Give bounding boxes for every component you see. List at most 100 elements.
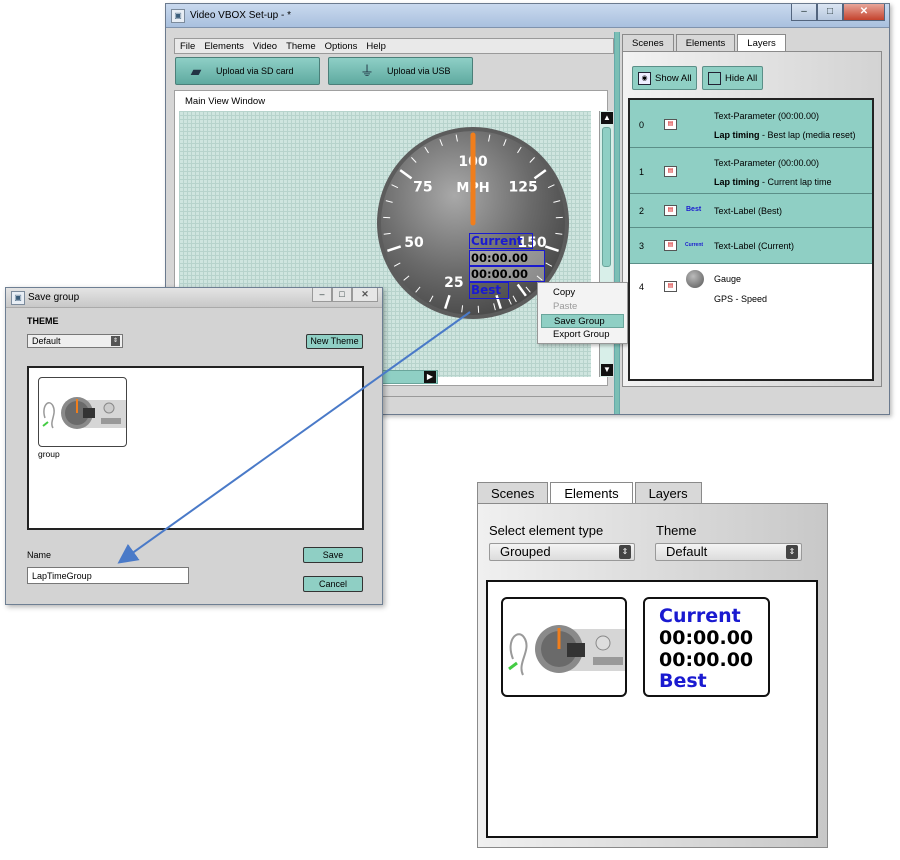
theme-label: THEME [27, 316, 59, 326]
layer-preview: Current [685, 242, 704, 248]
sd-card-icon: ▰ [190, 63, 202, 79]
close-icon[interactable]: ✕ [843, 4, 885, 21]
layer-type: Text-Parameter (00:00.00) [714, 158, 820, 168]
gauge-tick-label: 50 [404, 235, 424, 251]
cancel-button[interactable]: Cancel [303, 576, 363, 592]
layer-type: Text-Label (Best) [714, 206, 783, 216]
card-time-current: 00:00.00 [659, 649, 754, 671]
layer-visibility-icon[interactable]: ▤ [664, 281, 677, 292]
close-icon[interactable]: ✕ [352, 288, 378, 302]
spinner-icon: ⇕ [786, 545, 798, 559]
elements-list: Current 00:00.00 00:00.00 Best [486, 580, 818, 838]
context-export-group[interactable]: Export Group [541, 328, 624, 342]
show-all-button[interactable]: ◉ Show All [632, 66, 698, 90]
tab-layers[interactable]: Layers [737, 34, 786, 51]
minimize-icon[interactable]: ‒ [791, 4, 817, 21]
menu-elements[interactable]: Elements [204, 41, 244, 52]
save-button[interactable]: Save [303, 547, 363, 563]
group-thumbnail[interactable] [38, 377, 127, 447]
theme-label: Theme [656, 523, 697, 538]
dialog-title-bar[interactable]: ▣ Save group ‒ □ ✕ [6, 288, 382, 308]
layer-visibility-icon[interactable]: ▤ [664, 205, 677, 216]
maximize-icon[interactable]: □ [817, 4, 843, 21]
layer-visibility-icon[interactable]: ▤ [664, 119, 677, 130]
group-preview-image [508, 625, 625, 676]
show-all-label: Show All [655, 72, 692, 84]
theme-select-value: Default [32, 336, 61, 346]
menu-help[interactable]: Help [366, 41, 386, 52]
menu-file[interactable]: File [180, 41, 195, 52]
context-menu: Copy Paste Save Group Export Group [537, 282, 628, 344]
group-name-input[interactable] [27, 567, 189, 584]
overlay-best-label[interactable]: Best [469, 282, 509, 299]
layer-index: 4 [639, 282, 645, 292]
group-element-card[interactable] [501, 597, 627, 697]
gauge-thumbnail-icon [686, 270, 704, 288]
theme-select-value: Default [666, 544, 708, 559]
minimize-icon[interactable]: ‒ [312, 288, 332, 302]
overlay-time-current[interactable]: 00:00.00 [469, 266, 545, 282]
menu-bar: File Elements Video Theme Options Help [174, 38, 614, 54]
tab-layers[interactable]: Layers [634, 482, 702, 503]
overlay-current-label[interactable]: Current [469, 233, 533, 249]
panel-splitter[interactable] [614, 32, 620, 414]
spinner-icon: ⇕ [619, 545, 631, 559]
main-view-label: Main View Window [185, 96, 266, 107]
maximize-icon[interactable]: □ [332, 288, 352, 302]
layer-row[interactable]: 4 ▤ Gauge GPS - Speed [630, 264, 872, 312]
overlay-time-best[interactable]: 00:00.00 [469, 250, 545, 266]
layer-visibility-icon[interactable]: ▤ [664, 166, 677, 177]
tab-scenes[interactable]: Scenes [477, 482, 549, 503]
name-label: Name [27, 550, 52, 560]
gauge-tick-label: 75 [413, 180, 432, 196]
scroll-down-icon[interactable]: ▼ [601, 364, 613, 376]
upload-usb-button[interactable]: ⏚ Upload via USB [328, 57, 473, 85]
menu-options[interactable]: Options [325, 41, 358, 52]
layer-row[interactable]: 0 ▤ Text-Parameter (00:00.00) Lap timing… [630, 100, 872, 148]
layer-index: 3 [639, 241, 645, 251]
card-current-label: Current [659, 605, 741, 627]
dialog-window-controls: ‒ □ ✕ [312, 288, 378, 302]
tab-scenes[interactable]: Scenes [622, 34, 674, 51]
layer-type: Text-Label (Current) [714, 241, 795, 251]
layer-row[interactable]: 2 ▤ Best Text-Label (Best) [630, 194, 872, 228]
layer-detail-rest: - Best lap (media reset) [759, 130, 856, 140]
new-theme-button[interactable]: New Theme [306, 334, 363, 349]
right-tab-bar: Scenes Elements Layers [622, 34, 788, 51]
save-group-dialog: ▣ Save group ‒ □ ✕ THEME Default ⇕ New T… [5, 287, 383, 605]
group-thumbnail-caption: group [38, 449, 60, 459]
layer-detail: Lap timing - Current lap time [714, 177, 832, 187]
scroll-right-icon[interactable]: ▶ [424, 371, 436, 383]
hide-all-button[interactable]: Hide All [702, 66, 764, 90]
theme-select[interactable]: Default ⇕ [655, 543, 802, 561]
menu-theme[interactable]: Theme [286, 41, 316, 52]
app-icon: ▣ [11, 291, 25, 305]
layers-list: 0 ▤ Text-Parameter (00:00.00) Lap timing… [628, 98, 874, 381]
scroll-thumb[interactable] [602, 127, 611, 267]
elements-panel: Select element type Grouped ⇕ Theme Defa… [477, 503, 828, 848]
context-copy[interactable]: Copy [541, 286, 624, 300]
layer-row[interactable]: 3 ▤ Current Text-Label (Current) [630, 228, 872, 264]
tab-elements[interactable]: Elements [675, 34, 736, 51]
context-save-group[interactable]: Save Group [541, 314, 624, 328]
context-paste: Paste [553, 301, 578, 312]
text-element-card[interactable]: Current 00:00.00 00:00.00 Best [643, 597, 770, 697]
card-best-label: Best [659, 670, 707, 692]
menu-video[interactable]: Video [253, 41, 277, 52]
layer-detail-bold: Lap timing [714, 177, 760, 187]
tab-elements[interactable]: Elements [550, 482, 633, 503]
upload-usb-label: Upload via USB [387, 66, 451, 76]
group-preview-image [42, 397, 126, 429]
element-type-select[interactable]: Grouped ⇕ [489, 543, 635, 561]
spinner-icon: ⇕ [111, 336, 120, 346]
layer-row[interactable]: 1 ▤ Text-Parameter (00:00.00) Lap timing… [630, 148, 872, 194]
layer-visibility-icon[interactable]: ▤ [664, 240, 677, 251]
title-bar[interactable]: ▣ Video VBOX Set-up - * ‒ □ ✕ [166, 4, 889, 28]
group-list: group [27, 366, 364, 530]
scroll-up-icon[interactable]: ▲ [601, 112, 613, 124]
element-type-label: Select element type [489, 523, 604, 538]
theme-select[interactable]: Default ⇕ [27, 334, 123, 348]
upload-sd-button[interactable]: ▰ Upload via SD card [175, 57, 320, 85]
window-title: Video VBOX Set-up - * [190, 10, 291, 21]
element-type-value: Grouped [500, 544, 551, 559]
